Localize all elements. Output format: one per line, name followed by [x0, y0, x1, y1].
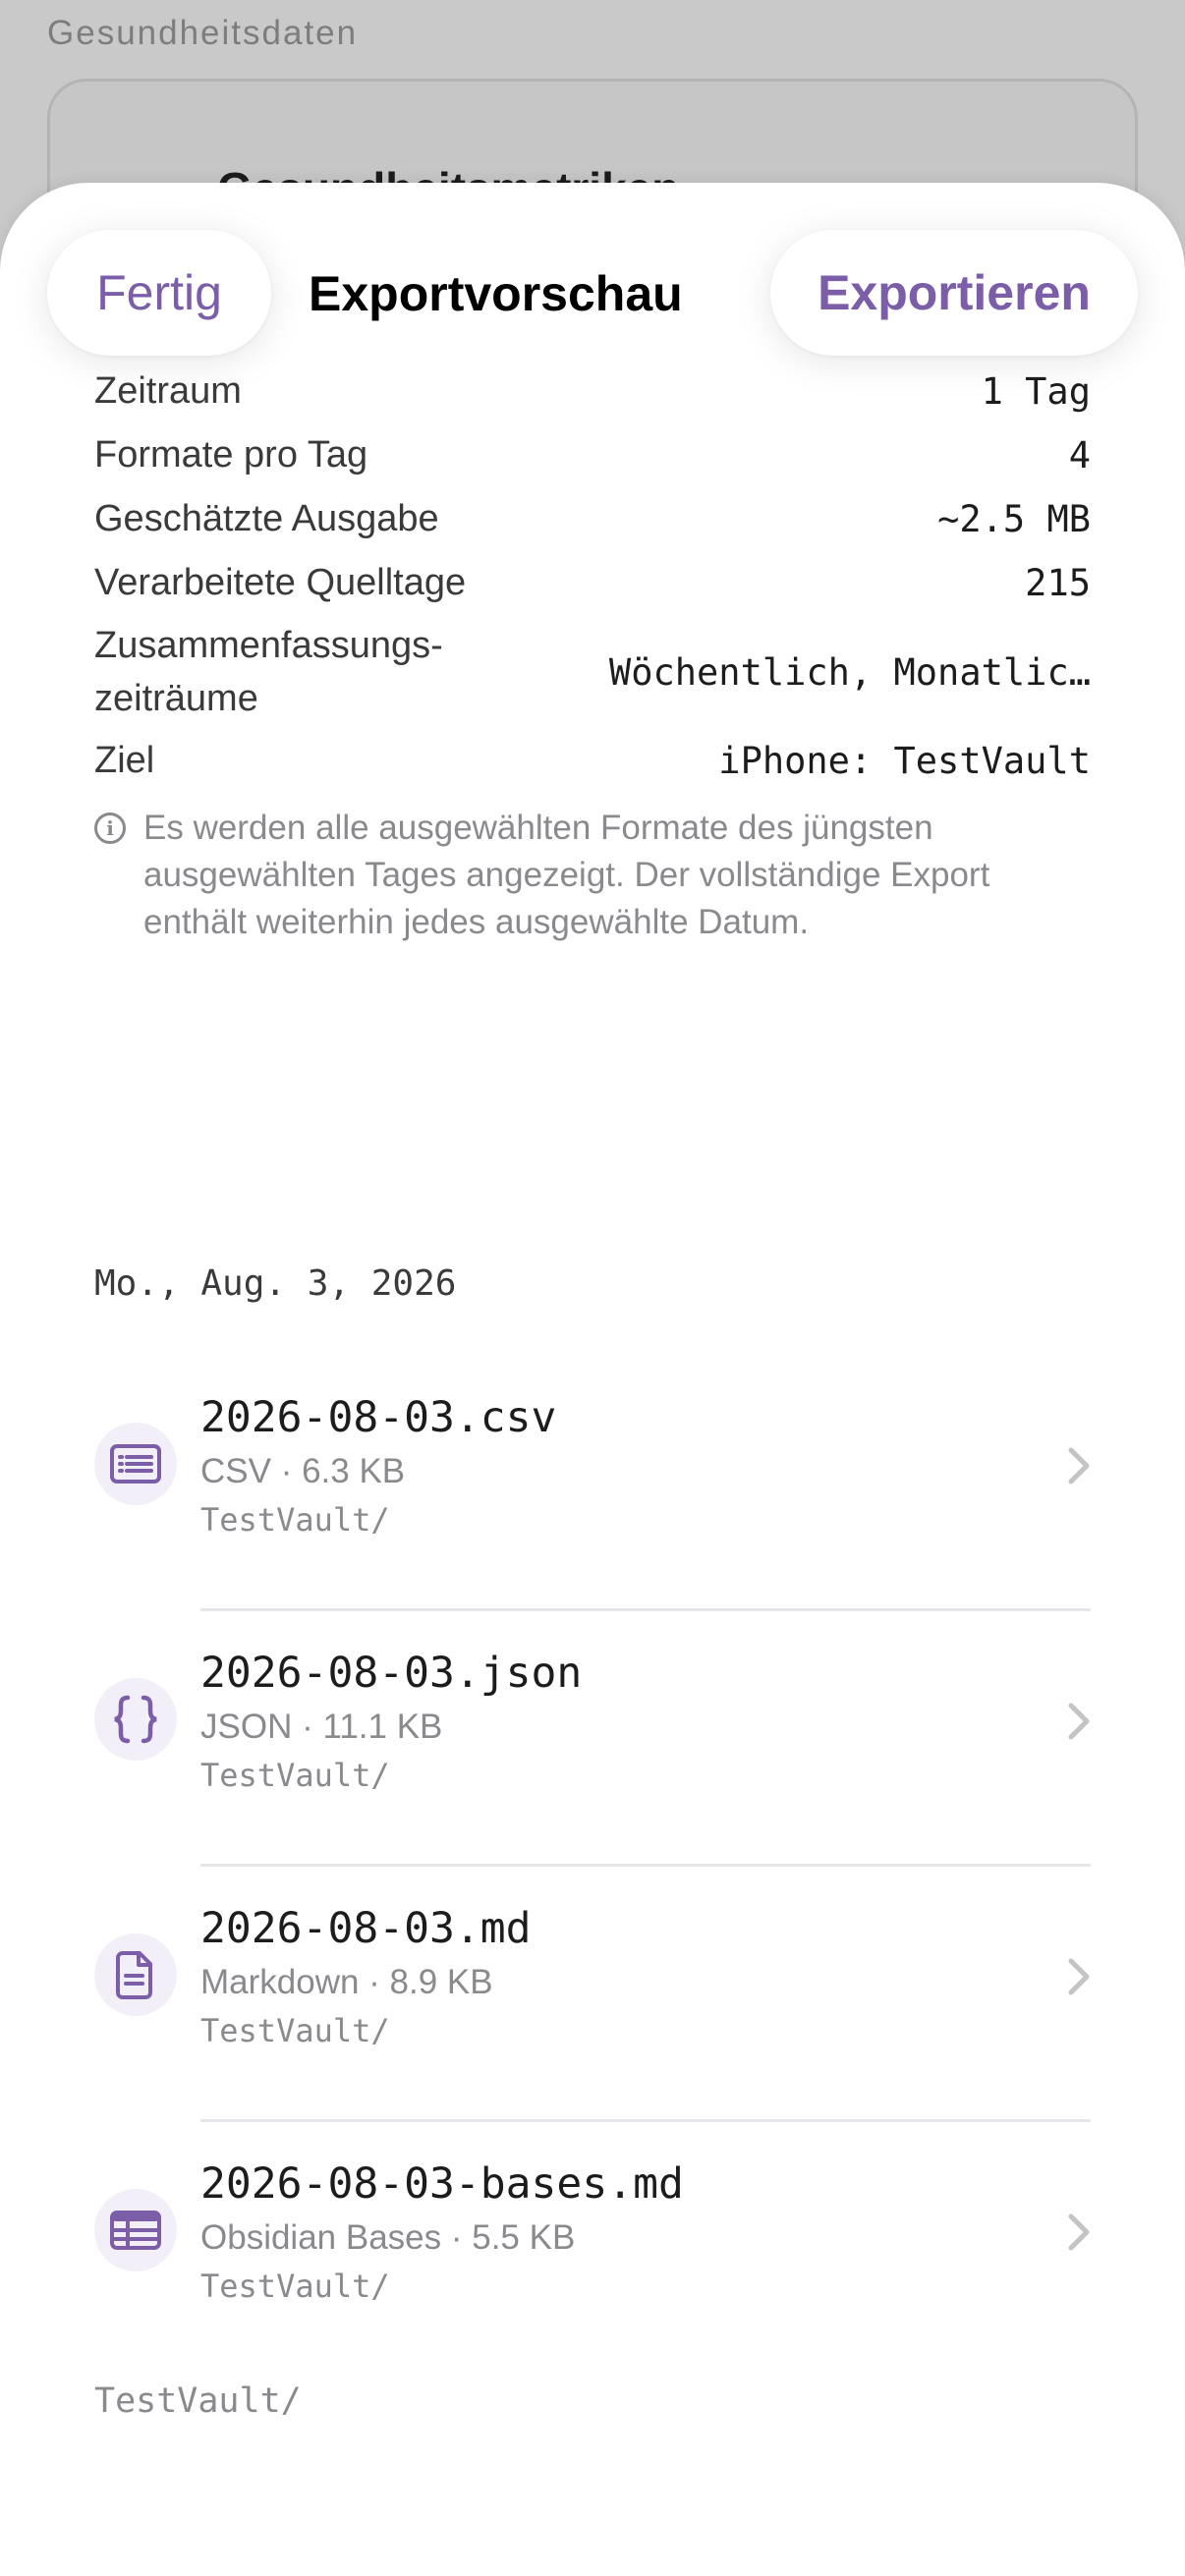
file-name: 2026-08-03.csv [200, 1393, 557, 1442]
file-meta: Markdown · 8.9 KB [200, 1963, 493, 2001]
summary-row-source-days: Verarbeitete Quelltage 215 [94, 551, 1091, 615]
summary-label: Zeitraum [94, 370, 242, 412]
info-note: i Es werden alle ausgewählten Formate de… [94, 805, 1091, 946]
summary-label: Formate pro Tag [94, 434, 368, 476]
table-icon [94, 2189, 177, 2271]
summary-label: Verarbeitete Quelltage [94, 562, 467, 603]
summary-row-estimated-size: Geschätzte Ausgabe ~2.5 MB [94, 487, 1091, 551]
file-path: TestVault/ [200, 2012, 390, 2049]
file-path: TestVault/ [200, 1757, 390, 1794]
list-doc-icon [94, 1423, 177, 1505]
summary-label: Zusammenfassungs- zeiträume [94, 625, 443, 719]
summary-row-formats: Formate pro Tag 4 [94, 423, 1091, 487]
file-meta: JSON · 11.1 KB [200, 1708, 443, 1746]
background-section-title: Gesundheitsdaten [47, 14, 359, 52]
date-header: Mo., Aug. 3, 2026 [94, 1263, 457, 1304]
info-note-text: Es werden alle ausgewählten Formate des … [143, 809, 990, 941]
summary-row-periods: Zusammenfassungs- zeiträume Wöchentlich,… [94, 615, 1091, 729]
done-button[interactable]: Fertig [47, 230, 271, 356]
summary-value: iPhone: TestVault [718, 740, 1091, 782]
summary-value: ~2.5 MB [937, 498, 1091, 540]
curly-braces-icon [94, 1678, 177, 1761]
summary-label: Ziel [94, 740, 155, 781]
chevron-right-icon [1068, 2213, 1090, 2251]
chevron-right-icon [1068, 1958, 1090, 1995]
file-name: 2026-08-03.md [200, 1904, 532, 1953]
summary-value: Wöchentlich, Monatlic… [608, 650, 1091, 694]
file-meta: Obsidian Bases · 5.5 KB [200, 2218, 576, 2257]
info-icon: i [94, 812, 126, 844]
chevron-right-icon [1068, 1703, 1090, 1740]
list-item[interactable]: 2026-08-03.csv CSV · 6.3 KB TestVault/ [0, 1356, 1185, 1611]
document-icon [94, 1933, 177, 2016]
list-item[interactable]: 2026-08-03.json JSON · 11.1 KB TestVault… [0, 1611, 1185, 1867]
footer-path: TestVault/ [94, 2381, 302, 2421]
list-item[interactable]: 2026-08-03.md Markdown · 8.9 KB TestVaul… [0, 1867, 1185, 2122]
summary-row-period: Zeitraum 1 Tag [94, 360, 1091, 423]
file-path: TestVault/ [200, 1501, 390, 1539]
file-meta: CSV · 6.3 KB [200, 1452, 406, 1490]
summary-value: 215 [1025, 562, 1091, 604]
file-name: 2026-08-03-bases.md [200, 2159, 684, 2209]
export-button[interactable]: Exportieren [770, 230, 1138, 356]
export-summary: Zeitraum 1 Tag Formate pro Tag 4 Geschät… [94, 360, 1091, 946]
summary-label: Geschätzte Ausgabe [94, 498, 439, 539]
summary-row-destination: Ziel iPhone: TestVault [94, 729, 1091, 793]
file-path: TestVault/ [200, 2268, 390, 2305]
list-item[interactable]: 2026-08-03-bases.md Obsidian Bases · 5.5… [0, 2122, 1185, 2378]
sheet-title: Exportvorschau [309, 266, 683, 321]
summary-value: 1 Tag [981, 370, 1091, 413]
file-list: 2026-08-03.csv CSV · 6.3 KB TestVault/ 2… [0, 1356, 1185, 2378]
file-name: 2026-08-03.json [200, 1649, 583, 1698]
chevron-right-icon [1068, 1447, 1090, 1484]
summary-value: 4 [1068, 434, 1091, 476]
